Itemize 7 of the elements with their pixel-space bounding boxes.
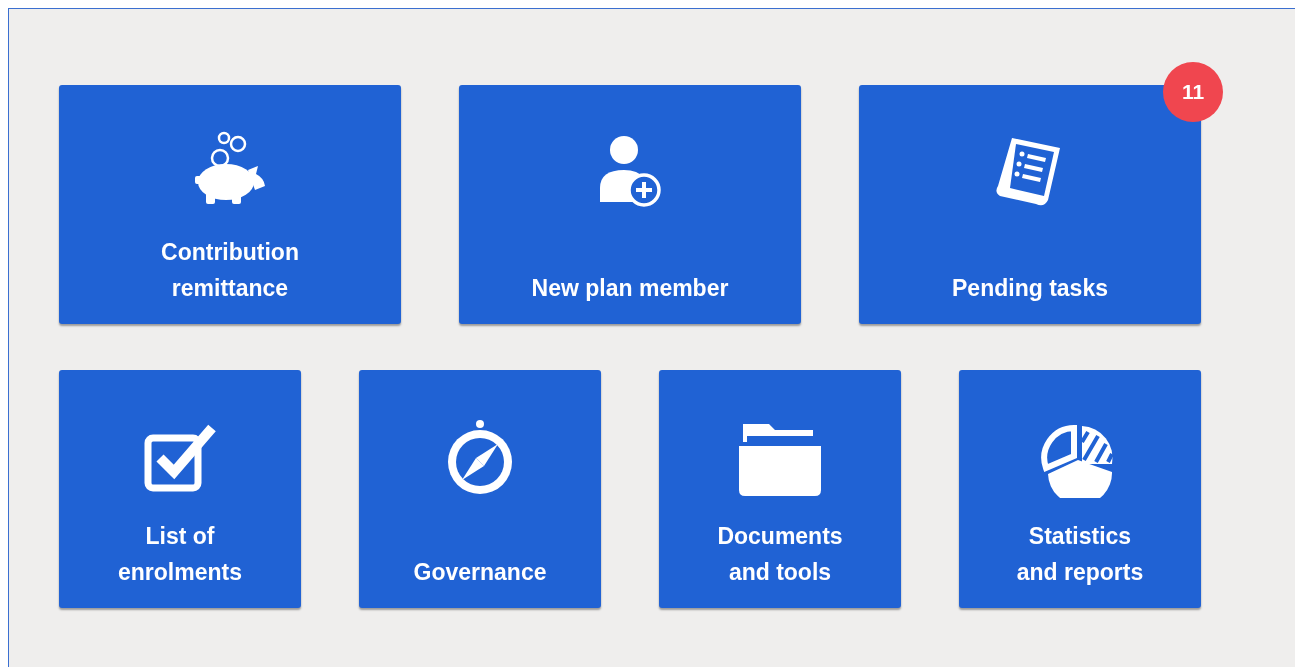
menu-tile[interactable]: New plan member xyxy=(459,85,801,324)
menu-tile[interactable]: Documents and tools xyxy=(659,370,901,608)
menu-tile[interactable]: List of enrolments xyxy=(59,370,301,608)
menu-tile[interactable]: Statistics and reports xyxy=(959,370,1201,608)
count-badge: 11 xyxy=(1163,62,1223,122)
menu-tile[interactable]: Contribution remittance xyxy=(59,85,401,324)
menu-tile[interactable]: Governance xyxy=(359,370,601,608)
